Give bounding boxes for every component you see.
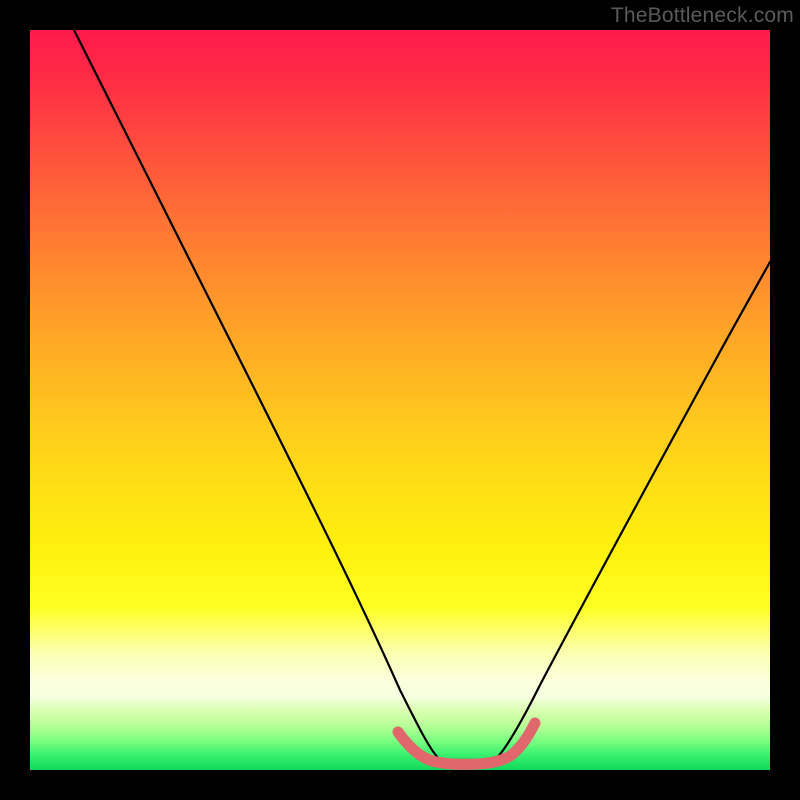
optimal-range-highlight [398,723,535,764]
watermark-text: TheBottleneck.com [611,4,794,28]
curve-layer [30,30,770,770]
bottleneck-curve [74,30,770,760]
plot-area [30,30,770,770]
chart-frame: TheBottleneck.com [0,0,800,800]
